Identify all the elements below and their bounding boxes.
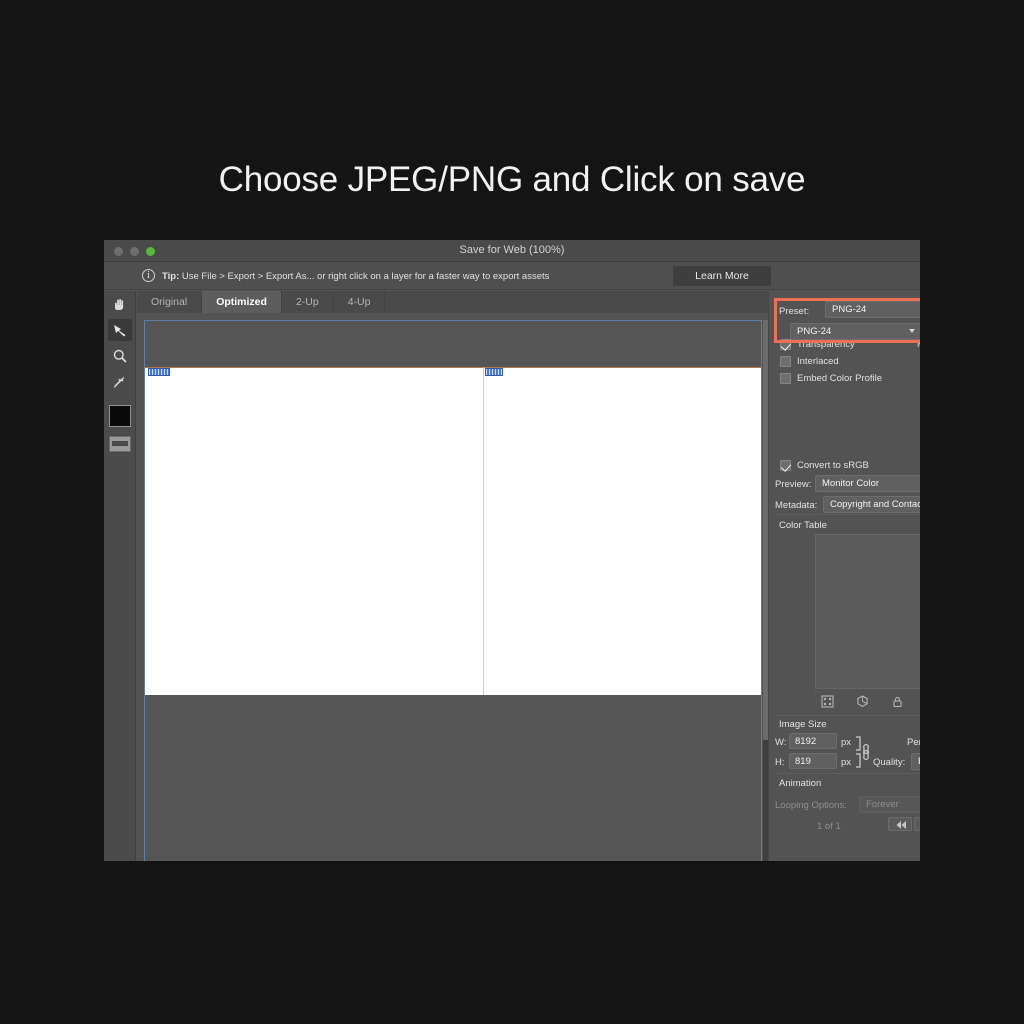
- convert-srgb-label: Convert to sRGB: [797, 460, 869, 471]
- tab-4up[interactable]: 4-Up: [334, 291, 386, 313]
- metadata-label: Metadata:: [775, 500, 818, 511]
- canvas-top-area: [145, 321, 761, 367]
- image-sheet: [145, 367, 761, 695]
- slice-marker-right[interactable]: [485, 368, 503, 376]
- previous-frame-button[interactable]: [914, 817, 920, 831]
- height-unit: px: [841, 757, 852, 768]
- chain-link-icon[interactable]: [853, 735, 871, 774]
- slice-tool[interactable]: [108, 319, 132, 341]
- color-table-grid[interactable]: [815, 534, 920, 689]
- convert-srgb-checkbox[interactable]: [780, 460, 791, 471]
- format-dropdown[interactable]: PNG-24: [790, 323, 920, 340]
- screenshot-root: Choose JPEG/PNG and Click on save Save f…: [0, 0, 1024, 1024]
- metadata-dropdown[interactable]: Copyright and Contact Info: [823, 496, 920, 513]
- tip-text: Tip: Use File > Export > Export As... or…: [162, 271, 549, 282]
- embed-color-profile-label: Embed Color Profile: [797, 373, 883, 384]
- canvas-bottom-area: [145, 695, 761, 861]
- page-fold-line: [483, 367, 484, 695]
- tab-2up[interactable]: 2-Up: [282, 291, 334, 313]
- preset-dropdown[interactable]: PNG-24: [825, 301, 920, 318]
- quality-dropdown[interactable]: Bicubic: [911, 753, 920, 770]
- preset-value: PNG-24: [832, 304, 867, 315]
- animation-controls: [888, 817, 920, 831]
- image-preview-canvas[interactable]: PNG-24 3.133K 1 sec @ 56.6 Kbps: [144, 320, 762, 861]
- percent-label: Percent:: [907, 737, 920, 748]
- slice-icon: [114, 325, 126, 337]
- window-title-bar: Save for Web (100%): [104, 240, 920, 262]
- quality-value: Bicubic: [918, 756, 920, 767]
- tool-palette: [104, 291, 136, 861]
- divider: [775, 773, 920, 774]
- embed-color-profile-checkbox[interactable]: [780, 373, 791, 384]
- divider: [775, 514, 920, 515]
- matte-label: Matte:: [917, 339, 920, 350]
- foreground-color-swatch[interactable]: [109, 405, 131, 427]
- slice-marker-left[interactable]: [148, 368, 170, 376]
- looping-options-value: Forever: [866, 799, 899, 810]
- color-table-title: Color Table: [779, 520, 827, 531]
- page-title: Choose JPEG/PNG and Click on save: [218, 160, 806, 199]
- animation-title: Animation: [779, 778, 822, 789]
- format-value: PNG-24: [797, 326, 832, 337]
- width-input[interactable]: 8192: [789, 733, 837, 749]
- interlaced-checkbox[interactable]: [780, 356, 791, 367]
- divider: [775, 715, 920, 716]
- tip-message: Use File > Export > Export As... or righ…: [181, 271, 550, 282]
- window-title: Save for Web (100%): [459, 244, 565, 256]
- preview-tabs: Original Optimized 2-Up 4-Up: [137, 291, 768, 313]
- preview-value: Monitor Color: [822, 478, 880, 489]
- tip-prefix: Tip:: [162, 271, 180, 282]
- tip-bar: i Tip: Use File > Export > Export As... …: [104, 262, 920, 290]
- quality-label: Quality:: [873, 757, 906, 768]
- preset-label: Preset:: [779, 306, 810, 317]
- tab-optimized[interactable]: Optimized: [202, 291, 282, 313]
- metadata-value: Copyright and Contact Info: [830, 499, 920, 510]
- color-table-toolbar: [821, 695, 920, 711]
- eyedropper-icon: [114, 376, 125, 389]
- hand-tool[interactable]: [108, 294, 132, 316]
- chevron-down-icon: [909, 329, 915, 333]
- first-frame-button[interactable]: [888, 817, 912, 831]
- looping-options-label: Looping Options:: [775, 800, 847, 811]
- transparency-checkbox[interactable]: [780, 339, 791, 350]
- hand-icon: [115, 299, 124, 310]
- info-icon: i: [142, 269, 155, 282]
- preview-dropdown[interactable]: Monitor Color: [815, 475, 920, 492]
- transparency-label: Transparency: [797, 339, 855, 350]
- looping-options-dropdown: Forever: [859, 796, 920, 813]
- tab-original[interactable]: Original: [137, 291, 203, 313]
- width-label: W:: [775, 737, 787, 748]
- preview-in-browser-swatch[interactable]: [109, 436, 131, 452]
- zoom-tool[interactable]: [108, 345, 132, 367]
- width-unit: px: [841, 737, 852, 748]
- interlaced-label: Interlaced: [797, 356, 839, 367]
- frame-counter: 1 of 1: [817, 821, 841, 832]
- learn-more-button[interactable]: Learn More: [673, 266, 771, 286]
- preview-label: Preview:: [775, 479, 812, 490]
- settings-panel: Preset: PNG-24 PNG-24 Transparency Matte…: [768, 291, 920, 861]
- magnifier-icon: [113, 349, 127, 363]
- image-size-title: Image Size: [779, 719, 827, 730]
- height-input[interactable]: 819: [789, 753, 837, 769]
- eyedropper-tool[interactable]: [108, 371, 132, 393]
- save-for-web-window: Save for Web (100%) i Tip: Use File > Ex…: [104, 240, 920, 861]
- height-label: H:: [775, 757, 785, 768]
